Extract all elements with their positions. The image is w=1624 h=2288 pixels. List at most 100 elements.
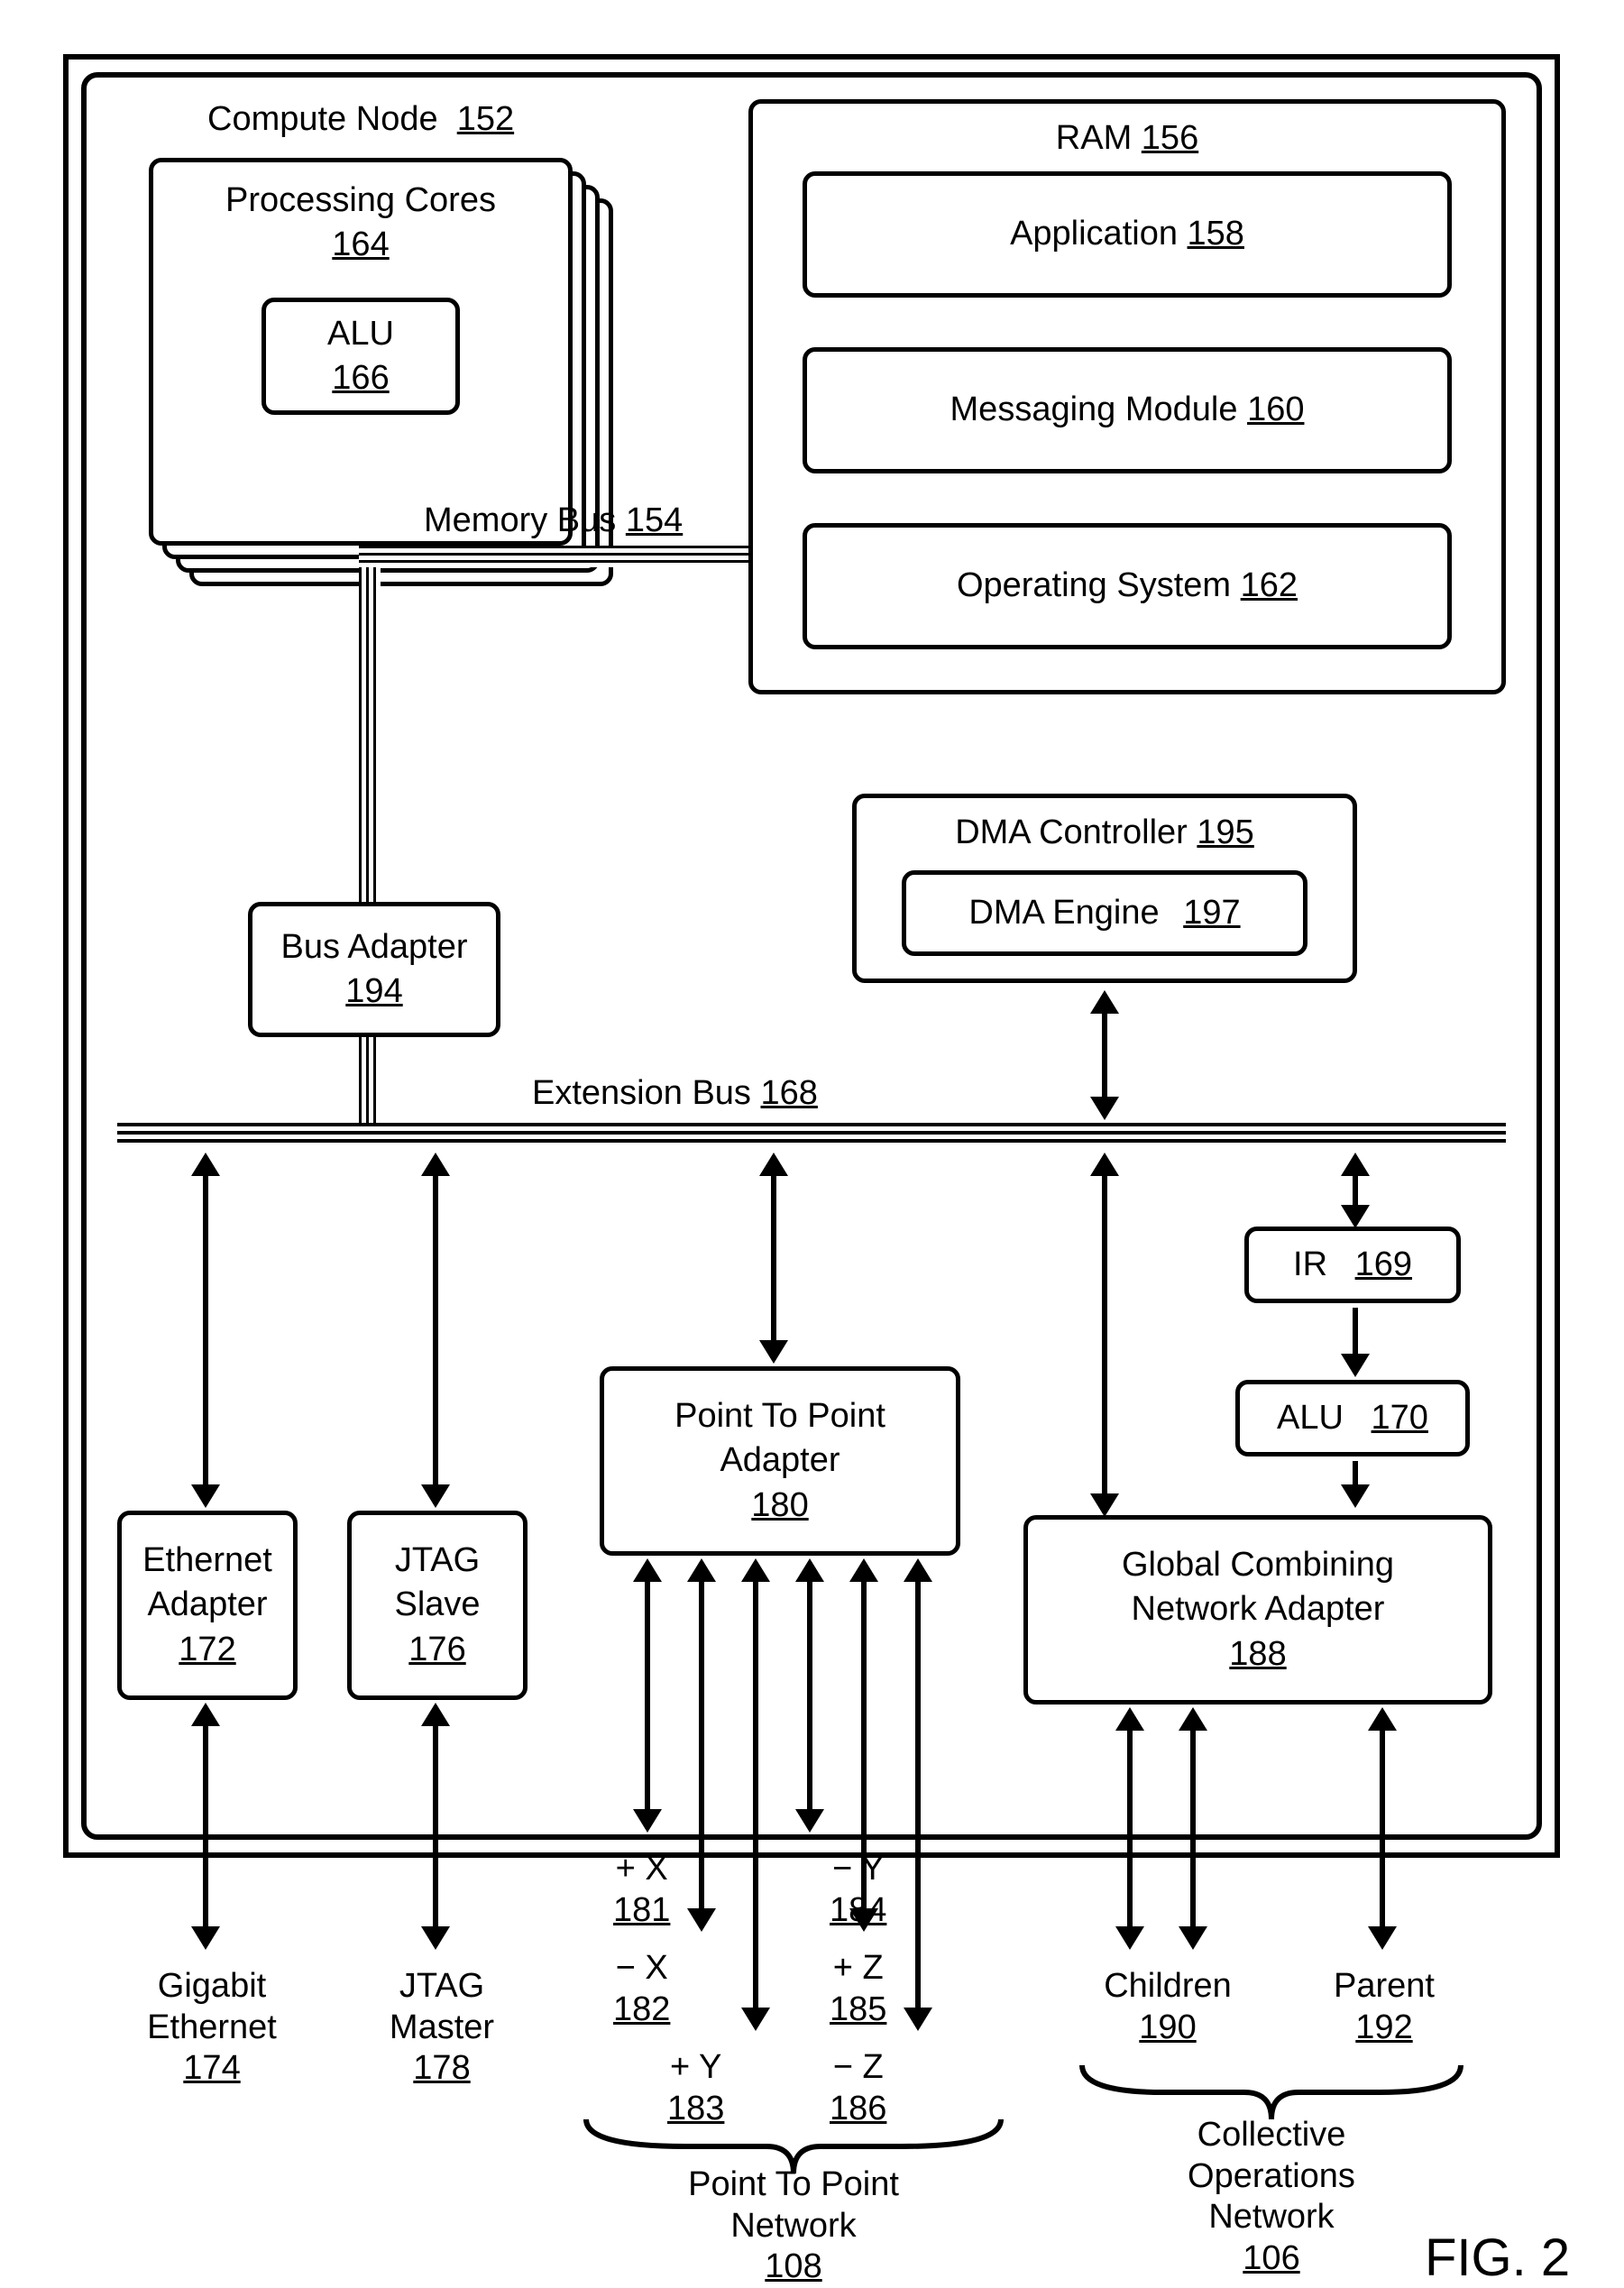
application-row: Application 158	[1010, 212, 1244, 256]
my-ref: 184	[830, 1891, 886, 1929]
memory-bus-horizontal	[359, 546, 748, 567]
p2p-adapter-label: Point To Point Adapter	[674, 1394, 885, 1484]
mz-text: − Z	[833, 2048, 884, 2086]
gigabit-ref: 174	[135, 2048, 289, 2090]
alu-core-label: ALU	[327, 312, 394, 356]
extension-bus-ref: 168	[760, 1074, 817, 1112]
alu-core-box: ALU 166	[261, 298, 460, 415]
px-label: + X181	[613, 1849, 670, 1931]
eth-out-arrow	[203, 1723, 208, 1930]
ir-label: IR	[1293, 1243, 1327, 1287]
compute-node-label: Compute Node 152	[207, 99, 514, 141]
ir-to-alu-arrow	[1353, 1308, 1358, 1357]
px-text: + X	[616, 1850, 668, 1888]
collective-network-label: Collective Operations Network 106	[1136, 2115, 1407, 2279]
memory-bus-vertical	[359, 546, 381, 902]
mx-ref: 182	[613, 1990, 670, 2028]
alu-to-gcn-arrow	[1353, 1461, 1358, 1488]
dma-controller-label: DMA Controller	[955, 813, 1188, 851]
gcn-adapter-ref: 188	[1229, 1632, 1286, 1677]
memory-bus-ref: 154	[626, 501, 683, 539]
operating-system-label: Operating System	[957, 566, 1231, 604]
parent-text: Parent	[1334, 1967, 1435, 2005]
memory-bus-text: Memory Bus	[424, 501, 616, 539]
p2p-mz-arrow	[915, 1578, 921, 2011]
messaging-row: Messaging Module 160	[950, 388, 1305, 432]
ext-to-jtag-arrow	[433, 1172, 438, 1488]
jtag-master-ref: 178	[365, 2048, 518, 2090]
parent-ref: 192	[1355, 2008, 1412, 2046]
jtag-slave-ref: 176	[408, 1628, 465, 1672]
messaging-module-box: Messaging Module 160	[803, 347, 1452, 473]
alu2-box: ALU 170	[1235, 1380, 1470, 1456]
alu2-label: ALU	[1277, 1396, 1344, 1440]
pz-ref: 185	[830, 1990, 886, 2028]
parent-label: Parent192	[1312, 1966, 1456, 2048]
p2p-adapter-ref: 180	[751, 1484, 808, 1528]
p2p-network-ref: 108	[649, 2247, 938, 2288]
dma-controller-ref: 195	[1197, 813, 1253, 851]
compute-node-ref: 152	[457, 100, 514, 138]
ir-box: IR 169	[1244, 1227, 1461, 1303]
gigabit-text: Gigabit Ethernet	[135, 1966, 289, 2048]
p2p-my-arrow	[807, 1578, 812, 1813]
compute-node-text: Compute Node	[207, 100, 438, 138]
bus-adapter-label: Bus Adapter	[280, 925, 467, 969]
processing-cores-label: Processing Cores	[225, 179, 496, 223]
px-ref: 181	[613, 1891, 670, 1929]
collective-network-text: Collective Operations Network	[1136, 2115, 1407, 2238]
gcn-adapter-label: Global Combining Network Adapter	[1122, 1543, 1394, 1632]
jtag-master-text: JTAG Master	[365, 1966, 518, 2048]
memory-bus-label: Memory Bus 154	[424, 501, 683, 542]
dma-engine-label: DMA Engine	[968, 891, 1159, 935]
bus-adapter-to-ext	[359, 1037, 381, 1123]
pz-text: + Z	[833, 1949, 884, 1987]
alu-core-ref: 166	[332, 356, 389, 400]
application-label: Application	[1010, 215, 1178, 253]
extension-bus-label: Extension Bus 168	[532, 1073, 818, 1115]
messaging-module-label: Messaging Module	[950, 391, 1238, 428]
ext-to-p2p-arrow	[771, 1172, 776, 1344]
children-ref: 190	[1139, 2008, 1196, 2046]
dma-engine-ref: 197	[1183, 891, 1240, 935]
jtag-slave-box: JTAG Slave 176	[347, 1511, 528, 1700]
p2p-adapter-box: Point To Point Adapter 180	[600, 1366, 960, 1556]
py-text: + Y	[670, 2048, 721, 2086]
children-text: Children	[1104, 1967, 1232, 2005]
ir-ref: 169	[1355, 1243, 1412, 1287]
mx-label: − X182	[613, 1948, 670, 2030]
p2p-network-text: Point To Point Network	[649, 2164, 938, 2247]
p2p-network-label: Point To Point Network 108	[649, 2164, 938, 2288]
gigabit-label: Gigabit Ethernet 174	[135, 1966, 289, 2090]
figure-label: FIG. 2	[1425, 2228, 1570, 2288]
ram-ref: 156	[1142, 119, 1198, 157]
ethernet-adapter-box: Ethernet Adapter 172	[117, 1511, 298, 1700]
gcn-child1-arrow	[1127, 1727, 1133, 1930]
operating-system-box: Operating System 162	[803, 523, 1452, 649]
bus-adapter-ref: 194	[345, 969, 402, 1014]
dma-to-bus-arrow	[1102, 1010, 1107, 1100]
ram-header: RAM 156	[1056, 116, 1198, 161]
extension-bus-text: Extension Bus	[532, 1074, 751, 1112]
gcn-child2-arrow	[1190, 1727, 1196, 1930]
extension-bus	[117, 1123, 1506, 1148]
collective-network-ref: 106	[1136, 2238, 1407, 2280]
dma-controller-row: DMA Controller 195	[955, 811, 1254, 855]
my-text: − Y	[832, 1850, 884, 1888]
ethernet-adapter-ref: 172	[179, 1628, 235, 1672]
os-row: Operating System 162	[957, 564, 1298, 608]
p2p-py-arrow	[753, 1578, 758, 2011]
dma-engine-box: DMA Engine 197	[902, 870, 1307, 956]
p2p-px-arrow	[645, 1578, 650, 1813]
application-ref: 158	[1188, 215, 1244, 253]
jtag-out-arrow	[433, 1723, 438, 1930]
messaging-module-ref: 160	[1247, 391, 1304, 428]
ext-to-eth-arrow	[203, 1172, 208, 1488]
alu2-ref: 170	[1372, 1396, 1428, 1440]
processing-cores-ref: 164	[332, 223, 389, 267]
pz-label: + Z185	[830, 1948, 886, 2030]
application-box: Application 158	[803, 171, 1452, 298]
children-label: Children190	[1082, 1966, 1253, 2048]
my-label: − Y184	[830, 1849, 886, 1931]
jtag-master-label: JTAG Master 178	[365, 1966, 518, 2090]
